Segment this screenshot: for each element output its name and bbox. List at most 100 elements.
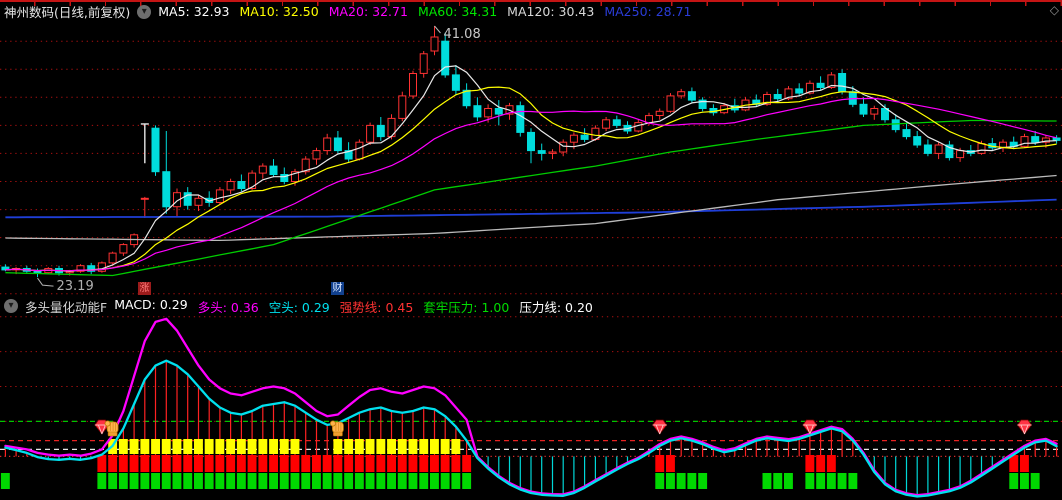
- yellow-signal-block: [183, 439, 193, 454]
- green-signal-block: [1020, 473, 1029, 489]
- red-signal-block: [129, 455, 139, 472]
- green-signal-block: [762, 473, 772, 489]
- green-signal-block: [376, 473, 386, 489]
- green-signal-block: [687, 473, 697, 489]
- ma20-field: MA20: 32.71: [328, 4, 408, 19]
- chevron-down-icon[interactable]: ▾: [4, 299, 18, 313]
- red-signal-block: [226, 455, 236, 472]
- green-signal-block: [1009, 473, 1019, 489]
- red-signal-block: [1020, 455, 1029, 472]
- stock-title: 神州数码(日线,前复权): [4, 5, 131, 20]
- green-signal-block: [140, 473, 150, 489]
- gem-icon: [652, 419, 668, 435]
- green-signal-block: [269, 473, 278, 489]
- red-signal-block: [440, 455, 450, 472]
- indicator-title: 多头量化动能F: [25, 299, 108, 315]
- yellow-signal-block: [161, 439, 171, 454]
- green-signal-block: [344, 473, 354, 489]
- pressure-line-field: 压力线: 0.20: [519, 299, 593, 315]
- red-signal-block: [816, 455, 826, 472]
- green-signal-block: [97, 473, 107, 489]
- main-candlestick-chart[interactable]: 41.08 23.19: [0, 20, 1062, 296]
- green-signal-block: [279, 473, 289, 489]
- green-signal-block: [194, 473, 203, 489]
- yellow-signal-block: [215, 439, 225, 454]
- green-signal-block: [0, 473, 10, 489]
- green-signal-block: [666, 473, 675, 489]
- green-signal-block: [301, 473, 311, 489]
- yellow-signal-block: [226, 439, 236, 454]
- red-signal-block: [322, 455, 332, 472]
- green-signal-block: [108, 473, 118, 489]
- red-signal-block: [666, 455, 675, 472]
- green-signal-block: [354, 473, 364, 489]
- red-signal-block: [397, 455, 407, 472]
- red-signal-block: [430, 455, 439, 472]
- red-signal-block: [236, 455, 246, 472]
- yellow-signal-block: [129, 439, 139, 454]
- yellow-signal-block: [333, 439, 343, 454]
- ma5-field: MA5: 32.93: [158, 4, 230, 19]
- ma-values: MA5: 32.93 MA10: 32.50 MA20: 32.71 MA60: 34…: [158, 4, 691, 19]
- yellow-signal-block: [354, 439, 364, 454]
- green-signal-block: [451, 473, 461, 489]
- yellow-signal-block: [290, 439, 300, 454]
- red-signal-block: [301, 455, 311, 472]
- green-signal-block: [676, 473, 686, 489]
- green-signal-block: [655, 473, 665, 489]
- green-signal-block: [172, 473, 182, 489]
- red-signal-block: [97, 455, 107, 472]
- red-signal-block: [419, 455, 429, 472]
- price-callouts: 41.08 23.19: [37, 25, 481, 294]
- yellow-signal-block: [376, 439, 386, 454]
- macd-field: MACD: 0.29: [114, 296, 188, 312]
- yellow-signal-block: [387, 439, 396, 454]
- green-signal-block: [440, 473, 450, 489]
- red-signal-block: [172, 455, 182, 472]
- red-signal-block: [333, 455, 343, 472]
- red-signal-block: [451, 455, 461, 472]
- red-signal-block: [354, 455, 364, 472]
- yellow-signal-block: [258, 439, 268, 454]
- strong-line-field: 强势线: 0.45: [339, 299, 414, 315]
- green-signal-block: [462, 473, 472, 489]
- chart-window: ◇ 神州数码(日线,前复权) ▾ MA5: 32.93 MA10: 32.50 MA…: [0, 0, 1062, 500]
- high-price-label: 41.08: [444, 27, 481, 42]
- yellow-signal-block: [408, 439, 418, 454]
- green-signal-block: [826, 473, 836, 489]
- yellow-signal-block: [204, 439, 214, 454]
- hand-icon: [104, 420, 119, 437]
- red-signal-block: [204, 455, 214, 472]
- green-signal-block: [236, 473, 246, 489]
- yellow-signal-block: [397, 439, 407, 454]
- green-signal-block: [698, 473, 708, 489]
- red-signal-block: [826, 455, 836, 472]
- green-signal-block: [215, 473, 225, 489]
- yellow-signal-block: [269, 439, 278, 454]
- green-signal-block: [290, 473, 300, 489]
- red-signal-block: [365, 455, 375, 472]
- red-signal-block: [194, 455, 203, 472]
- momentum-indicator-chart[interactable]: [0, 316, 1062, 500]
- chevron-down-icon[interactable]: ▾: [137, 4, 152, 19]
- diamond-tool-icon[interactable]: ◇: [1050, 4, 1059, 16]
- yellow-signal-block: [118, 439, 128, 454]
- bear-field: 空头: 0.29: [268, 299, 330, 315]
- red-signal-block: [151, 455, 160, 472]
- markers-layer: [94, 419, 1032, 437]
- yellow-signal-block: [172, 439, 182, 454]
- low-price-label: 23.19: [57, 279, 94, 294]
- ma10-field: MA10: 32.50: [239, 4, 319, 19]
- limit-up-badge: 涨: [138, 282, 151, 295]
- red-signal-block: [279, 455, 289, 472]
- red-signal-block: [183, 455, 193, 472]
- event-badge: 财: [331, 282, 344, 295]
- indicator-header: ▾ 多头量化动能F MACD: 0.29 多头: 0.36 空头: 0.29 强势线:…: [4, 296, 593, 315]
- yellow-signal-block: [440, 439, 450, 454]
- green-signal-block: [848, 473, 858, 489]
- red-signal-block: [258, 455, 268, 472]
- red-signal-block: [247, 455, 257, 472]
- yellow-signal-block: [151, 439, 160, 454]
- red-signal-block: [376, 455, 386, 472]
- main-chart-header: 神州数码(日线,前复权) ▾ MA5: 32.93 MA10: 32.50 MA20…: [4, 4, 692, 20]
